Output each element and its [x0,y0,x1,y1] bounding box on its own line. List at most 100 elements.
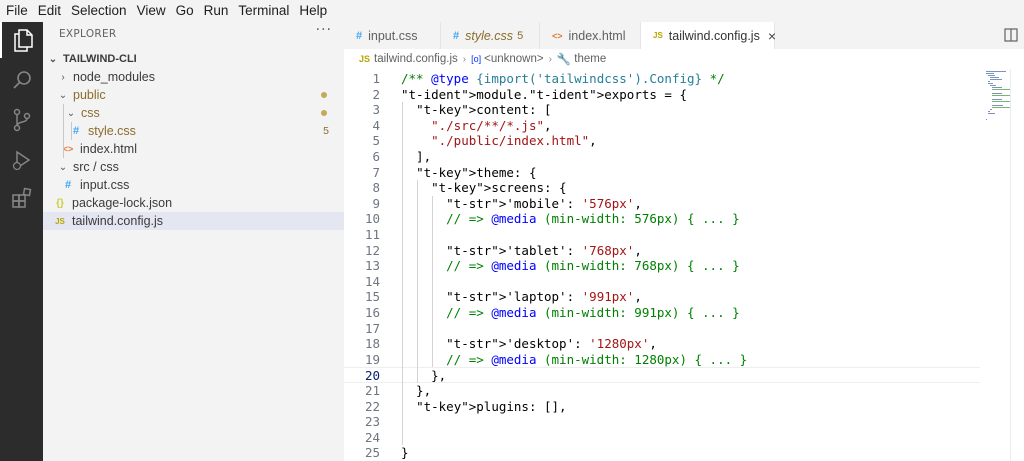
split-editor-icon[interactable] [1004,28,1018,42]
chevron-right-icon: › [61,71,65,83]
code-line[interactable]: 6 ], [344,149,980,165]
code-line[interactable]: 12 "t-str">'tablet': '768px', [344,243,980,259]
css-file-icon: # [64,179,72,191]
tree-item-src-css[interactable]: ⌄ src / css [43,158,344,176]
tree-item-public[interactable]: ⌄ public [43,86,344,104]
line-number: 23 [364,414,380,430]
breadcrumb-symbol[interactable]: theme [574,53,606,65]
js-file-icon: JS [55,216,65,226]
run-debug-icon [12,150,30,171]
tab-index-html[interactable]: <> index.html [540,22,641,49]
json-file-icon: {} [56,197,64,209]
code-line[interactable]: 2 "t-ident">module."t-ident">exports = { [344,87,980,103]
menu-terminal[interactable]: Terminal [234,0,293,22]
code-text: "t-str">'laptop': '991px', [446,289,642,305]
source-control-activity-button[interactable] [0,102,43,138]
vertical-scrollbar[interactable] [1010,69,1024,461]
chevron-down-icon: ⌄ [48,53,58,65]
code-line[interactable]: 25} [344,445,980,461]
tree-indent-guide [63,104,64,158]
code-text: "./src/**/*.js", [431,117,552,133]
code-line[interactable]: 5 "./public/index.html", [344,133,980,149]
menu-edit[interactable]: Edit [34,0,65,22]
menu-selection[interactable]: Selection [67,0,131,22]
code-line[interactable]: 3 "t-key">content: [ [344,102,980,118]
tree-item-label: index.html [80,142,137,156]
code-line[interactable]: 21 }, [344,383,980,399]
line-number: 6 [372,149,380,164]
modified-dot-icon [321,92,327,98]
explorer-root-folder[interactable]: ⌄ TAILWIND-CLI [43,50,344,68]
code-line[interactable]: 15 "t-str">'laptop': '991px', [344,289,980,305]
explorer-activity-button[interactable] [0,22,43,58]
menu-run[interactable]: Run [200,0,233,22]
code-text: // => @media (min-width: 1280px) { ... } [446,351,748,367]
tree-item-label: public [73,88,106,102]
code-line[interactable]: 13 // => @media (min-width: 768px) { ...… [344,258,980,274]
code-text: }, [401,383,432,398]
tree-item-index-html[interactable]: <> index.html [43,140,344,158]
tab-input-css[interactable]: # input.css [344,22,441,49]
tab-label: style.css [465,28,514,43]
line-number: 2 [372,86,380,102]
extensions-activity-button[interactable] [0,180,43,216]
menu-file[interactable]: File [0,0,32,22]
minimap[interactable] [980,69,1010,461]
line-number: 15 [364,289,380,305]
chevron-down-icon: ⌄ [58,89,68,101]
code-line[interactable]: 24 [344,430,980,446]
tab-tailwind-config[interactable]: JS tailwind.config.js × [641,22,776,49]
breadcrumb-file[interactable]: tailwind.config.js [374,53,458,65]
code-line[interactable]: 19 // => @media (min-width: 1280px) { ..… [344,352,980,368]
indent-guide [402,102,403,446]
code-line[interactable]: 18 "t-str">'desktop': '1280px', [344,336,980,352]
code-line[interactable]: 1 /** @type {import('tailwindcss').Config… [344,71,980,87]
tree-item-label: node_modules [73,70,156,84]
code-editor[interactable]: 1 /** @type {import('tailwindcss').Config… [344,69,1024,461]
tree-item-style-css[interactable]: # style.css 5 [43,122,344,140]
code-line[interactable]: 14 [344,274,980,290]
code-line[interactable]: 11 [344,227,980,243]
code-text: "t-str">'desktop': '1280px', [446,336,657,352]
code-text: "t-key">screens: { [431,180,567,196]
code-line[interactable]: 7 "t-key">theme: { [344,165,980,181]
tab-label: tailwind.config.js [668,28,760,43]
js-file-icon: JS [359,54,371,64]
code-text: "t-ident">module."t-ident">exports = { [401,86,687,102]
line-number: 19 [364,351,380,367]
css-file-icon: # [356,29,363,42]
close-icon[interactable]: × [768,28,776,44]
tree-item-css-folder[interactable]: ⌄ css [43,104,344,122]
line-number: 1 [372,71,380,86]
explorer-sidebar: EXPLORER ··· ⌄ TAILWIND-CLI › node_modul… [43,22,344,461]
tree-item-node-modules[interactable]: › node_modules [43,68,344,86]
breadcrumb: JS tailwind.config.js › [o] <unknown> › … [344,49,1024,69]
code-text: "t-key">plugins: [], [416,398,567,414]
code-line[interactable]: 23 [344,414,980,430]
code-line[interactable]: 8 "t-key">screens: { [344,180,980,196]
wrench-icon: 🔧 [556,54,572,66]
code-text: // => @media (min-width: 768px) { ... } [446,258,740,274]
code-line[interactable]: 10 // => @media (min-width: 576px) { ...… [344,211,980,227]
code-line[interactable]: 9 "t-str">'mobile': '576px', [344,196,980,212]
menu-help[interactable]: Help [295,0,331,22]
code-line[interactable]: 22 "t-key">plugins: [], [344,399,980,415]
menu-view[interactable]: View [133,0,170,22]
tree-item-package-lock[interactable]: {} package-lock.json [43,194,344,212]
run-debug-activity-button[interactable] [0,142,43,178]
tab-label: index.html [568,28,626,43]
breadcrumb-unknown[interactable]: <unknown> [484,53,543,65]
code-line[interactable]: 16 // => @media (min-width: 991px) { ...… [344,305,980,321]
tree-item-input-css[interactable]: # input.css [43,176,344,194]
line-number: 8 [372,180,380,196]
tree-item-tailwind-config[interactable]: JS tailwind.config.js [43,212,344,230]
menu-go[interactable]: Go [172,0,198,22]
line-number: 12 [364,242,380,258]
tab-style-css[interactable]: # style.css 5 [441,22,540,49]
search-activity-button[interactable] [0,62,43,98]
code-line[interactable]: 4 "./src/**/*.js", [344,118,980,134]
code-line[interactable]: 17 [344,321,980,337]
code-text: // => @media (min-width: 991px) { ... } [446,305,740,320]
more-actions-icon[interactable]: ··· [316,22,332,38]
code-line[interactable]: 20 }, [344,367,980,383]
